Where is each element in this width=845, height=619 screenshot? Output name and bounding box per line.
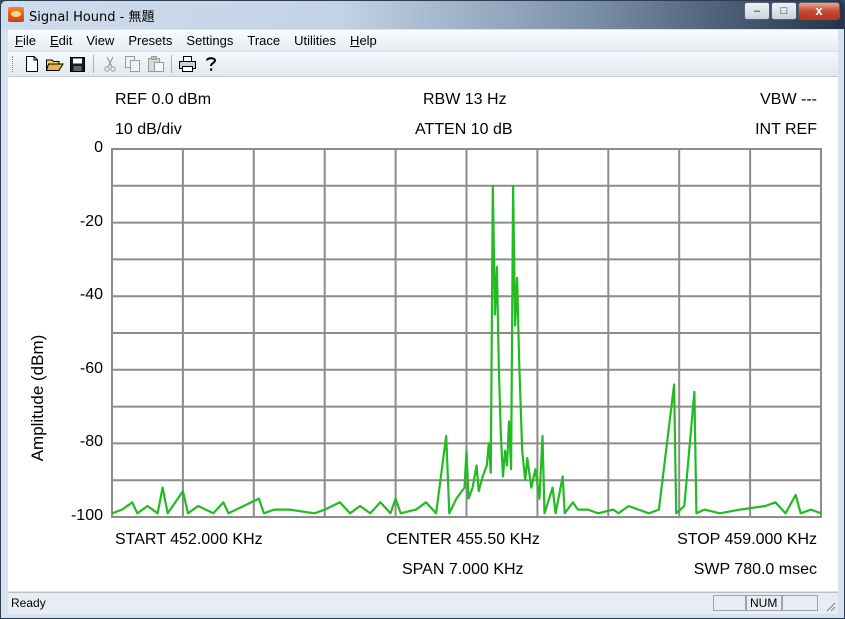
ref-level-readout: REF 0.0 dBm: [115, 91, 212, 108]
cut-button[interactable]: [98, 53, 121, 75]
stop-freq-readout: STOP 459.000 KHz: [677, 531, 817, 548]
minimize-button[interactable]: –: [744, 2, 770, 20]
menu-trace[interactable]: Trace: [240, 30, 287, 51]
y-tick-label: -80: [79, 433, 103, 451]
span-readout: SPAN 7.000 KHz: [402, 561, 524, 578]
status-panel-empty: [713, 595, 746, 611]
paste-icon: [147, 56, 164, 72]
menu-file[interactable]: File: [8, 30, 43, 51]
ref-source-readout: INT REF: [755, 121, 817, 138]
help-icon: [205, 57, 216, 71]
sweep-time-readout: SWP 780.0 msec: [693, 561, 817, 578]
close-button[interactable]: x: [798, 2, 840, 20]
title-bar[interactable]: Signal Hound - 無題 – □ x: [1, 1, 844, 29]
status-panel-scroll: [782, 595, 818, 611]
center-freq-readout: CENTER 455.50 KHz: [386, 531, 540, 548]
menu-settings[interactable]: Settings: [179, 30, 240, 51]
y-tick-label: -40: [79, 286, 103, 304]
paste-button[interactable]: [144, 53, 167, 75]
maximize-button[interactable]: □: [771, 2, 797, 20]
menu-view[interactable]: View: [79, 30, 121, 51]
print-button[interactable]: [176, 53, 199, 75]
cut-icon: [103, 56, 116, 72]
save-button[interactable]: [66, 53, 89, 75]
num-lock-indicator: NUM: [746, 595, 782, 611]
menu-bar: File Edit View Presets Settings Trace Utilitie…: [8, 30, 838, 51]
status-bar: Ready NUM: [8, 592, 838, 614]
y-axis-label: Amplitude (dBm): [28, 334, 47, 462]
window-controls: – □ x: [743, 2, 840, 20]
spectrum-display[interactable]: REF 0.0 dBm 10 dB/div RBW 13 Hz ATTEN 10…: [8, 77, 838, 591]
y-tick-label: -60: [79, 359, 103, 377]
toolbar-separator: [93, 55, 94, 73]
y-tick-label: 0: [94, 139, 103, 156]
status-text: Ready: [11, 596, 46, 610]
copy-button[interactable]: [121, 53, 144, 75]
toolbar-grip[interactable]: [12, 56, 16, 72]
open-folder-icon: [45, 59, 64, 71]
toolbar-separator: [171, 55, 172, 73]
open-button[interactable]: [43, 53, 66, 75]
menu-utilities[interactable]: Utilities: [287, 30, 343, 51]
y-tick-label: -20: [79, 212, 103, 230]
window-title: Signal Hound - 無題: [29, 10, 155, 25]
print-icon: [179, 56, 196, 72]
spectrum-graph[interactable]: [111, 148, 822, 518]
vbw-readout: VBW ---: [760, 91, 817, 108]
signal-hound-app-icon[interactable]: [8, 7, 24, 22]
help-button[interactable]: [199, 53, 222, 75]
y-tick-label: -100: [70, 507, 103, 524]
menu-presets[interactable]: Presets: [121, 30, 179, 51]
menu-edit[interactable]: Edit: [43, 30, 79, 51]
start-freq-readout: START 452.000 KHz: [115, 531, 263, 548]
new-file-icon: [25, 56, 38, 72]
new-file-button[interactable]: [20, 53, 43, 75]
save-icon: [70, 56, 85, 72]
resize-grip-icon[interactable]: [824, 600, 836, 612]
scale-readout: 10 dB/div: [115, 121, 182, 138]
toolbar: [8, 52, 838, 77]
app-window: Signal Hound - 無題 – □ x File Edit View Pres…: [0, 0, 845, 619]
menu-help[interactable]: Help: [343, 30, 384, 51]
rbw-readout: RBW 13 Hz: [423, 91, 507, 108]
copy-icon: [124, 56, 140, 72]
atten-readout: ATTEN 10 dB: [415, 121, 513, 138]
